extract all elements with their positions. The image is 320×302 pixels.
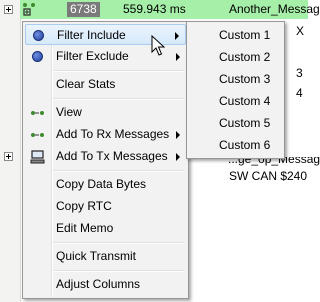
menu-item-label: Copy RTC xyxy=(56,199,112,213)
message-name-cell: Another_Messag xyxy=(229,2,320,16)
context-menu: Filter Include Filter Exclude Clear Stat… xyxy=(22,21,189,299)
menu-item-label: Clear Stats xyxy=(56,77,116,91)
mouse-cursor-icon xyxy=(151,35,165,56)
submenu-item-custom-5[interactable]: Custom 5 xyxy=(219,116,270,131)
menu-separator xyxy=(53,170,184,172)
menu-item-label: Copy Data Bytes xyxy=(56,177,147,191)
menu-item-edit-memo[interactable]: Edit Memo xyxy=(25,218,186,239)
cell-fragment: 3 xyxy=(296,66,303,80)
submenu-item-custom-2[interactable]: Custom 2 xyxy=(219,50,270,65)
time-cell: 559.943 ms xyxy=(123,2,186,16)
menu-separator xyxy=(53,270,184,272)
menu-item-label: View xyxy=(56,105,82,119)
row-gutter xyxy=(0,0,21,302)
menu-item-view[interactable]: View xyxy=(25,102,186,123)
menu-item-label: Adjust Columns xyxy=(56,277,141,291)
submenu-arrow-icon xyxy=(176,131,180,139)
cell-fragment: X xyxy=(296,24,305,38)
cell-fragment: 4 xyxy=(296,86,303,100)
menu-item-add-to-tx-messages[interactable]: Add To Tx Messages xyxy=(25,146,186,167)
signal-rx-icon xyxy=(31,133,44,137)
menu-item-label: Add To Tx Messages xyxy=(56,149,168,163)
message-id-cell[interactable]: 6738 xyxy=(67,2,100,17)
menu-item-clear-stats[interactable]: Clear Stats xyxy=(25,74,186,95)
submenu-item-custom-1[interactable]: Custom 1 xyxy=(219,28,270,43)
menu-separator xyxy=(53,242,184,244)
submenu-arrow-icon xyxy=(175,32,179,40)
menu-item-copy-rtc[interactable]: Copy RTC xyxy=(25,196,186,217)
submenu-item-custom-3[interactable]: Custom 3 xyxy=(219,72,270,87)
menu-separator xyxy=(53,70,184,72)
menu-item-add-to-rx-messages[interactable]: Add To Rx Messages xyxy=(25,124,186,145)
menu-separator xyxy=(53,98,184,100)
expand-row-icon[interactable] xyxy=(4,152,13,161)
menu-item-label: Add To Rx Messages xyxy=(56,127,170,141)
filter-include-circle-icon xyxy=(31,28,46,43)
expand-row-icon[interactable] xyxy=(4,5,13,14)
submenu-item-custom-4[interactable]: Custom 4 xyxy=(219,94,270,109)
menu-item-label: Edit Memo xyxy=(56,221,114,235)
filter-exclude-circle-icon xyxy=(30,49,45,64)
signal-view-icon xyxy=(31,111,44,115)
filter-include-submenu: Custom 1 Custom 2 Custom 3 Custom 4 Cust… xyxy=(186,21,285,159)
network-cell: SW CAN $240 xyxy=(229,169,308,183)
menu-item-label: Filter Exclude xyxy=(56,49,129,63)
menu-item-label: Quick Transmit xyxy=(56,249,137,263)
computer-tx-icon xyxy=(30,150,45,164)
submenu-item-custom-6[interactable]: Custom 6 xyxy=(219,138,270,153)
menu-item-label: Filter Include xyxy=(57,28,126,42)
submenu-arrow-icon xyxy=(176,153,180,161)
menu-item-adjust-columns[interactable]: Adjust Columns xyxy=(25,274,186,295)
menu-item-copy-data-bytes[interactable]: Copy Data Bytes xyxy=(25,174,186,195)
submenu-arrow-icon xyxy=(176,53,180,61)
signal-row-icon xyxy=(23,3,35,16)
menu-item-quick-transmit[interactable]: Quick Transmit xyxy=(25,246,186,267)
